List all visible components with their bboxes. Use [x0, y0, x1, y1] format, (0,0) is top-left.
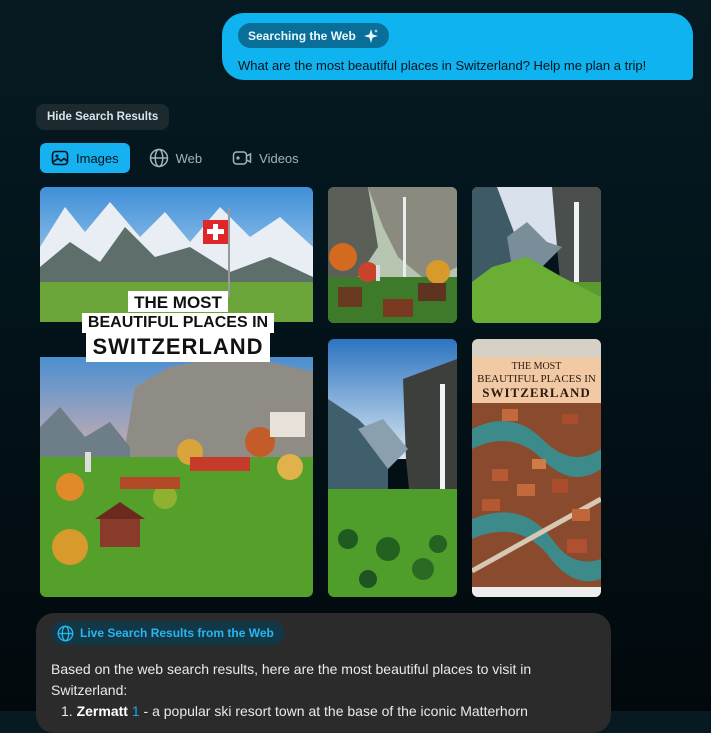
assistant-answer-card: Live Search Results from the Web Based o…: [36, 613, 611, 733]
globe-icon: [149, 148, 168, 168]
tab-web[interactable]: Web: [138, 143, 214, 173]
large-image-title: THE MOST BEAUTIFUL PLACES IN SWITZERLAND: [70, 291, 286, 362]
large-title-line3: SWITZERLAND: [86, 333, 270, 362]
image-result-5[interactable]: THE MOST BEAUTIFUL PLACES IN SWITZERLAND: [472, 339, 601, 597]
image-icon: [51, 150, 69, 166]
waterfall-valley-illustration: [472, 187, 601, 323]
tab-images[interactable]: Images: [40, 143, 130, 173]
swiss-landscape-illustration: [40, 187, 313, 597]
large-title-line2: BEAUTIFUL PLACES IN: [81, 313, 275, 333]
video-icon: [232, 151, 252, 165]
answer-intro: Based on the web search results, here ar…: [51, 660, 532, 698]
searching-web-label: Searching the Web: [248, 28, 356, 43]
image-result-4[interactable]: [328, 339, 457, 597]
large-title-line1: THE MOST: [128, 291, 228, 312]
live-search-results-label: Live Search Results from the Web: [80, 626, 274, 640]
sparkle-icon: [363, 28, 378, 43]
globe-icon: [57, 625, 74, 641]
waterfall-tall-illustration: [328, 339, 457, 597]
valley-village-illustration: [328, 187, 457, 323]
image-result-2[interactable]: [328, 187, 457, 323]
result-type-tabs: Images Web Videos: [40, 143, 310, 173]
tab-images-label: Images: [76, 150, 119, 166]
live-search-results-chip[interactable]: Live Search Results from the Web: [51, 621, 284, 645]
searching-web-chip: Searching the Web: [238, 23, 389, 48]
hide-search-results-button[interactable]: Hide Search Results: [36, 104, 170, 130]
pin-image-title: THE MOST BEAUTIFUL PLACES IN SWITZERLAND: [472, 357, 601, 403]
tab-web-label: Web: [175, 150, 203, 166]
image-result-large[interactable]: THE MOST BEAUTIFUL PLACES IN SWITZERLAND: [40, 187, 313, 597]
tab-videos-label: Videos: [259, 150, 299, 166]
pin-title-line1: THE MOST: [511, 361, 562, 372]
tab-videos[interactable]: Videos: [221, 143, 310, 173]
image-result-3[interactable]: [472, 187, 601, 323]
pin-title-line3: SWITZERLAND: [482, 385, 591, 400]
list-item: 1. Zermatt 1 - a popular ski resort town…: [51, 701, 596, 722]
user-message-bubble: Searching the Web What are the most beau…: [222, 13, 693, 80]
user-message-text: What are the most beautiful places in Sw…: [238, 58, 647, 73]
